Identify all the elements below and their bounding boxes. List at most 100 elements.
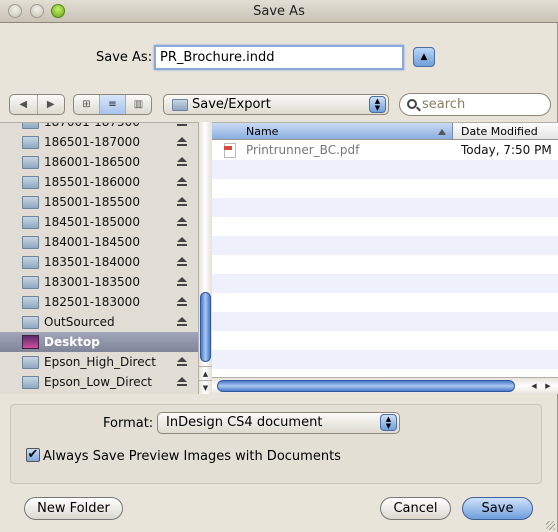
sidebar-item[interactable]: 186001-186500 [0,152,198,172]
forward-button[interactable]: ▶ [38,95,65,114]
collapse-dialog-button[interactable]: ▲ [413,47,435,67]
column-view-button[interactable]: ▥ [126,95,151,114]
eject-icon[interactable] [176,277,188,287]
empty-row [212,274,558,293]
folder-icon [22,136,39,149]
sidebar-item[interactable]: 183501-184000 [0,252,198,272]
sidebar-item-label: 185001-185500 [44,195,140,209]
sidebar-item[interactable]: 185501-186000 [0,172,198,192]
scroll-down-button[interactable]: ▼ [199,380,212,394]
filename-input[interactable] [154,45,404,70]
view-mode-buttons: ⊞ ≡ ▥ [73,94,152,115]
scroll-left-button[interactable]: ◀ [528,379,540,393]
file-row[interactable]: Printrunner_BC.pdf Today, 7:50 PM [212,141,558,160]
folder-icon [22,276,39,289]
sidebar: 187001-187500 186501-187000 186001-186500 1… [0,122,198,394]
scroll-up-button[interactable]: ▲ [199,366,212,380]
horizontal-scroll-thumb[interactable] [217,380,515,392]
eject-icon[interactable] [176,137,188,147]
sidebar-item-label: 186501-187000 [44,135,140,149]
sidebar-item-label: 183501-184000 [44,255,140,269]
eject-icon[interactable] [176,123,188,127]
empty-row [212,312,558,331]
column-header-name[interactable]: Name [212,123,453,140]
sidebar-scrollbar[interactable]: ▲ ▼ [198,122,212,394]
column-date-label: Date Modified [461,125,538,138]
sidebar-item[interactable]: 182501-183000 [0,292,198,312]
list-view-icon: ≡ [108,99,117,110]
sidebar-item-label: 186001-186500 [44,155,140,169]
eject-icon[interactable] [176,157,188,167]
sidebar-item[interactable]: OutSourced [0,312,198,332]
empty-row [212,179,558,198]
preview-images-checkbox[interactable]: ✔ [26,448,40,462]
resize-grip[interactable] [546,521,555,530]
search-field[interactable]: search [399,93,551,116]
eject-icon[interactable] [176,217,188,227]
eject-icon[interactable] [176,197,188,207]
empty-row [212,255,558,274]
list-view-button[interactable]: ≡ [100,95,126,114]
title-bar: Save As [0,0,558,23]
sidebar-item-label: Epson_Low_Direct [44,375,152,389]
file-list-horizontal-scrollbar[interactable]: ◀ ▶ [212,377,558,394]
empty-row [212,236,558,255]
eject-icon[interactable] [176,237,188,247]
eject-icon[interactable] [176,297,188,307]
format-popup[interactable]: InDesign CS4 document ▲ ▼ [157,412,400,434]
folder-icon [22,356,39,369]
sidebar-item[interactable]: Epson_High_Direct [0,352,198,372]
sidebar-item-label: 183001-183500 [44,275,140,289]
sidebar-scroll-thumb[interactable] [200,292,211,362]
sidebar-item-label: 184501-185000 [44,215,140,229]
save-button[interactable]: Save [462,497,533,520]
sidebar-item-label: 187001-187500 [44,122,140,129]
sidebar-item[interactable]: 185001-185500 [0,192,198,212]
updown-arrows-icon: ▲ ▼ [369,96,386,113]
cancel-button[interactable]: Cancel [380,497,451,520]
folder-icon [22,236,39,249]
location-label: Save/Export [192,97,271,112]
folder-icon [22,316,39,329]
eject-icon[interactable] [176,257,188,267]
folder-icon [22,296,39,309]
scroll-right-button[interactable]: ▶ [542,379,554,393]
empty-row [212,160,558,179]
eject-icon[interactable] [176,317,188,327]
sidebar-item[interactable]: 184501-185000 [0,212,198,232]
sidebar-item[interactable]: Epson_Low_Direct [0,372,198,392]
desktop-icon [22,335,39,349]
eject-icon[interactable] [176,377,188,387]
navigation-buttons: ◀ ▶ [9,94,65,115]
back-button[interactable]: ◀ [10,95,38,114]
file-name: Printrunner_BC.pdf [246,143,360,157]
sidebar-item[interactable]: 187001-187500 [0,122,198,132]
folder-icon [22,216,39,229]
folder-icon [22,156,39,169]
save-as-dialog: Save As Save As: ▲ ◀ ▶ ⊞ ≡ ▥ Save/Export… [0,0,558,532]
forward-arrow-icon: ▶ [46,99,55,110]
new-folder-button[interactable]: New Folder [24,497,123,520]
sidebar-item[interactable]: Desktop [0,332,198,352]
location-popup[interactable]: Save/Export ▲ ▼ [163,94,389,115]
eject-icon[interactable] [176,177,188,187]
empty-row [212,331,558,350]
icon-view-icon: ⊞ [82,99,91,110]
preview-images-label[interactable]: Always Save Preview Images with Document… [43,449,341,464]
sidebar-item[interactable]: 184001-184500 [0,232,198,252]
format-label: Format: [103,416,154,431]
sidebar-item[interactable]: 183001-183500 [0,272,198,292]
icon-view-button[interactable]: ⊞ [74,95,100,114]
empty-row [212,217,558,236]
pdf-icon [224,143,236,158]
column-view-icon: ▥ [133,99,144,110]
format-value: InDesign CS4 document [166,415,323,430]
eject-icon[interactable] [176,357,188,367]
folder-icon [22,196,39,209]
save-as-label: Save As: [96,50,153,65]
empty-row [212,369,558,377]
column-header-date[interactable]: Date Modified [453,123,558,140]
sidebar-item[interactable]: 186501-187000 [0,132,198,152]
sort-ascending-icon [438,129,446,135]
sidebar-item-label: Desktop [44,335,100,349]
